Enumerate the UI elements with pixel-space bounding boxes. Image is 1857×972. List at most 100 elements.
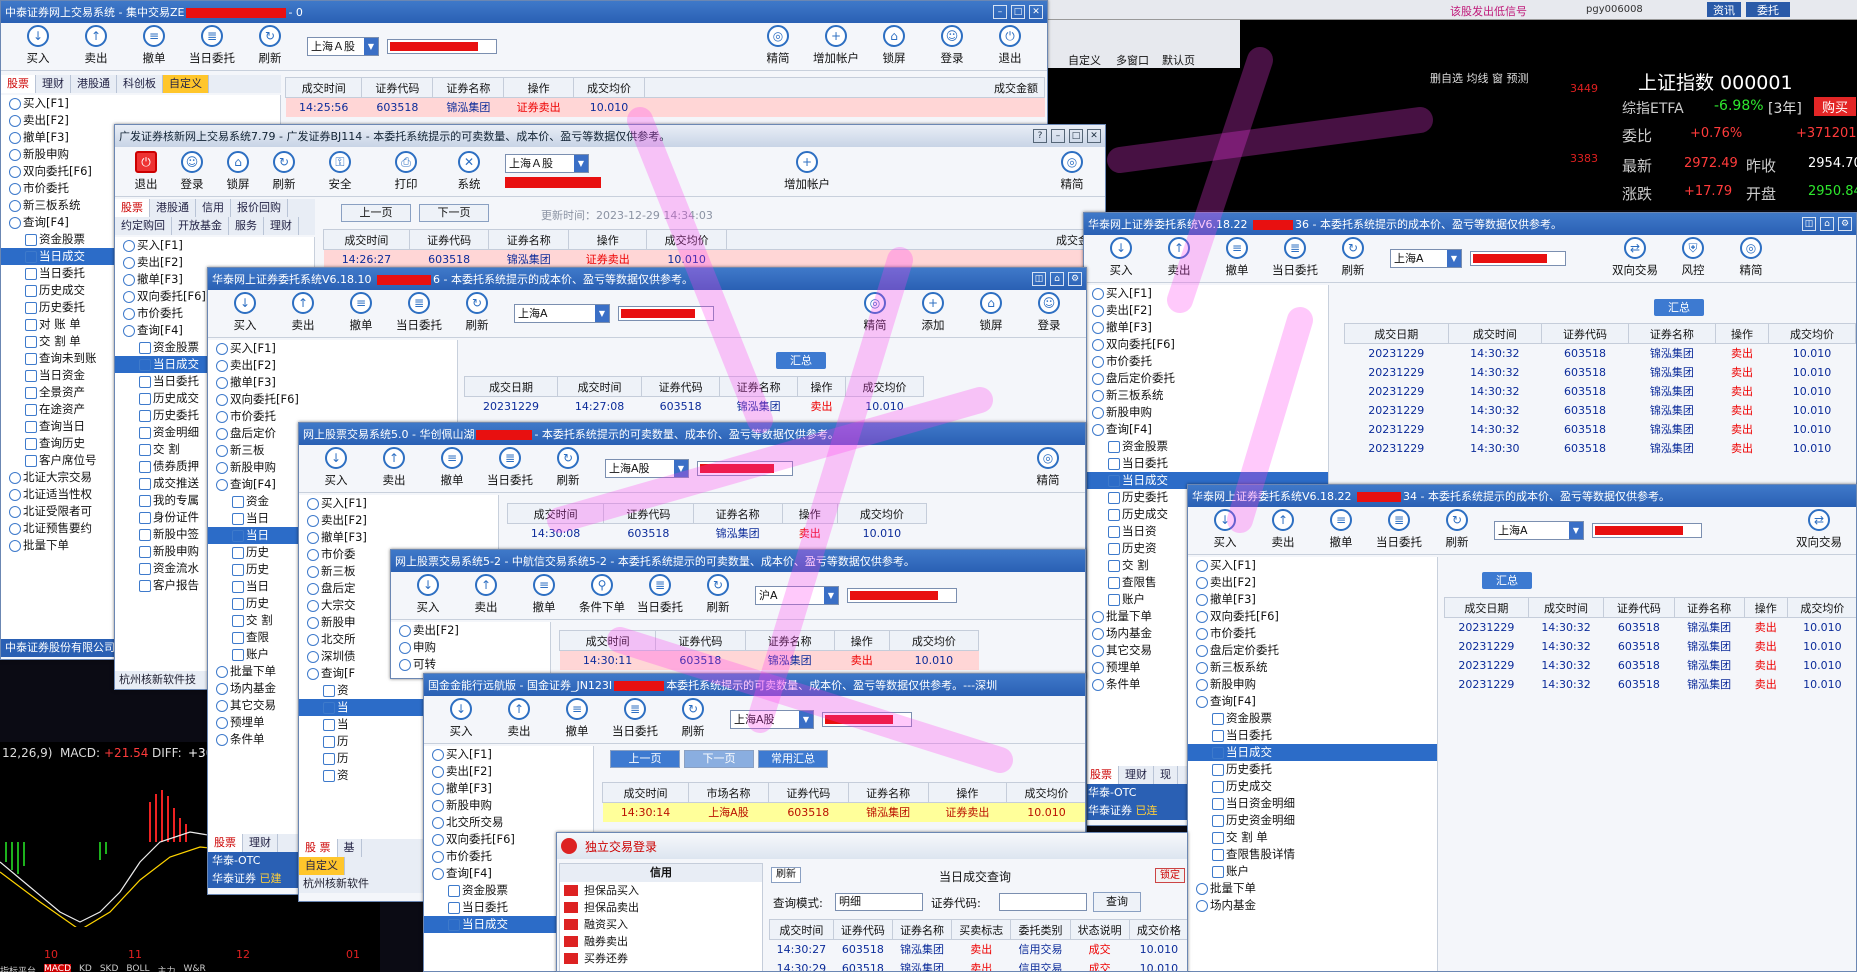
tree-item[interactable]: 市价委托: [1188, 625, 1437, 642]
tab-stock[interactable]: 股票: [1, 75, 36, 93]
credit-item[interactable]: 担保品卖出: [560, 899, 762, 916]
table-row[interactable]: 14:30:14 上海A股 603518 锦泓集团 证券卖出 10.010: [602, 802, 1085, 822]
tree-item[interactable]: 新三板系统: [1084, 387, 1328, 404]
simplify-button[interactable]: ◎ 精简: [1019, 447, 1077, 488]
shirt-icon[interactable]: ⌂: [1050, 272, 1064, 286]
sell-button[interactable]: ↑ 卖出: [457, 574, 515, 615]
table-row[interactable]: 20231229 14:30:32 603518 锦泓集团 卖出 10.010: [1345, 344, 1856, 363]
news-button[interactable]: 资讯: [1707, 2, 1741, 17]
tab-stock[interactable]: 股票: [1084, 766, 1119, 784]
tree-item[interactable]: 撤单[F3]: [424, 780, 593, 797]
market-select[interactable]: 上海A: [1390, 249, 1462, 268]
ind-tab[interactable]: SKD: [100, 964, 119, 972]
table-row[interactable]: 14:30:08 603518 锦泓集团 卖出 10.010: [508, 524, 927, 543]
tab-stock[interactable]: 股票: [115, 199, 150, 217]
refresh-button[interactable]: ↻ 刷新: [664, 698, 722, 739]
credit-item[interactable]: 担保品买入: [560, 882, 762, 899]
tree-item[interactable]: 查限售股详情: [1188, 846, 1437, 863]
table-row[interactable]: 14:30:29 603518 锦泓集团 卖出 信用交易 成交 10.010: [770, 959, 1188, 972]
buy-etf-button[interactable]: 购买: [1814, 97, 1856, 116]
tree-item[interactable]: 新股申购: [424, 797, 593, 814]
tree-item[interactable]: 买入[F1]: [115, 237, 314, 254]
tab-custom[interactable]: 自定义: [163, 75, 209, 93]
help-icon[interactable]: ?: [1033, 129, 1047, 143]
simplify-button[interactable]: ◎ 精简: [1722, 237, 1780, 278]
ind-tab[interactable]: KD: [79, 964, 92, 972]
account-select[interactable]: [1470, 251, 1566, 266]
tab-hk[interactable]: 港股通: [71, 75, 117, 93]
tab-stock[interactable]: 股票: [208, 834, 243, 852]
account-select[interactable]: [1592, 523, 1702, 538]
login-button[interactable]: ☺ 登录: [169, 151, 215, 192]
tree-item[interactable]: 卖出[F2]: [208, 357, 457, 374]
bidir-button[interactable]: ⇄ 双向交易: [1790, 509, 1848, 550]
tab-finance[interactable]: 理财: [243, 834, 278, 852]
buy-button[interactable]: ↓ 买入: [9, 25, 67, 66]
tree-item[interactable]: 买入[F1]: [1188, 557, 1437, 574]
sell-button[interactable]: ↑ 卖出: [1254, 509, 1312, 550]
refresh-button[interactable]: ↻ 刷新: [1428, 509, 1486, 550]
refresh-button[interactable]: ↻ 刷新: [448, 292, 506, 333]
lock-button[interactable]: ⌂ 锁屏: [865, 25, 923, 66]
ind-tab[interactable]: 指标平台: [0, 964, 36, 972]
conditional-order-button[interactable]: ⚲ 条件下单: [573, 574, 631, 615]
table-row[interactable]: 14:25:56 603518 锦泓集团 证券卖出 10.010: [285, 97, 1045, 117]
market-select[interactable]: 沪A: [755, 586, 839, 605]
system-button[interactable]: ✕ 系统: [439, 151, 499, 192]
logout-button[interactable]: ⏻ 退出: [123, 151, 169, 192]
table-row[interactable]: 20231229 14:30:32 603518 锦泓集团 卖出 10.010: [1445, 656, 1857, 675]
tree-item[interactable]: 新三板系统: [1188, 659, 1437, 676]
tree-item[interactable]: 卖出[F2]: [424, 763, 593, 780]
summary-button[interactable]: 汇总: [1482, 572, 1532, 589]
tree-item[interactable]: 资金股票: [1188, 710, 1437, 727]
tab-custom[interactable]: 自定义: [299, 857, 345, 875]
buy-button[interactable]: ↓ 买入: [216, 292, 274, 333]
tree-item[interactable]: 盘后定价委托: [1188, 642, 1437, 659]
buy-button[interactable]: ↓ 买入: [399, 574, 457, 615]
account-select[interactable]: [618, 306, 714, 321]
tree-item[interactable]: 卖出[F2]: [1084, 302, 1328, 319]
tree-item[interactable]: 历史资金明细: [1188, 812, 1437, 829]
tree-item[interactable]: 历史成交: [1188, 778, 1437, 795]
market-select[interactable]: 上海A股: [730, 710, 814, 729]
refresh-button[interactable]: ↻ 刷新: [539, 447, 597, 488]
tree-item[interactable]: 查询[F4]: [1188, 693, 1437, 710]
cancel-button[interactable]: ≡ 撤单: [332, 292, 390, 333]
tree-item[interactable]: 当日委托: [1084, 455, 1328, 472]
minimize-icon[interactable]: –: [993, 5, 1007, 19]
table-row[interactable]: 20231229 14:30:32 603518 锦泓集团 卖出 10.010: [1445, 618, 1857, 637]
tree-item[interactable]: 申购: [391, 639, 550, 656]
tree-item[interactable]: 双向委托[F6]: [1084, 336, 1328, 353]
tab-cash[interactable]: 现: [1154, 766, 1178, 784]
account-select[interactable]: [822, 712, 912, 727]
sell-button[interactable]: ↑ 卖出: [490, 698, 548, 739]
table-row[interactable]: 20231229 14:30:32 603518 锦泓集团 卖出 10.010: [1345, 363, 1856, 382]
add-account-button[interactable]: + 增加帐户: [807, 25, 865, 66]
tree-item[interactable]: 撤单[F3]: [1188, 591, 1437, 608]
buy-button[interactable]: ↓ 买入: [307, 447, 365, 488]
table-row[interactable]: 20231229 14:30:32 603518 锦泓集团 卖出 10.010: [1345, 420, 1856, 439]
table-row[interactable]: 14:30:11 603518 锦泓集团 卖出 10.010: [559, 650, 979, 670]
summary-button[interactable]: 汇总: [1654, 299, 1704, 316]
login-button[interactable]: ☺ 登录: [923, 25, 981, 66]
table-row[interactable]: 20231229 14:30:32 603518 锦泓集团 卖出 10.010: [1345, 382, 1856, 401]
next-page-button[interactable]: 下一页: [419, 204, 489, 222]
refresh-button[interactable]: ↻ 刷新: [261, 151, 307, 192]
today-order-button[interactable]: ≣ 当日委托: [1266, 237, 1324, 278]
tree-item[interactable]: 卖出[F2]: [391, 622, 550, 639]
bidir-button[interactable]: ⇄ 双向交易: [1606, 237, 1664, 278]
buy-button[interactable]: ↓ 买入: [1196, 509, 1254, 550]
tab-finance[interactable]: 理财: [36, 75, 71, 93]
tree-item[interactable]: 市价委托: [1084, 353, 1328, 370]
credit-item[interactable]: 融资买入: [560, 916, 762, 933]
refresh-button[interactable]: 刷新: [771, 867, 801, 883]
market-select[interactable]: 上海A股: [605, 459, 689, 478]
cancel-button[interactable]: ≡ 撤单: [125, 25, 183, 66]
tree-item[interactable]: 查询[F4]: [1084, 421, 1328, 438]
tree-item[interactable]: 当日成交: [1188, 744, 1437, 761]
tree-item[interactable]: 交 割 单: [1188, 829, 1437, 846]
tree-item[interactable]: 双向委托[F6]: [208, 391, 457, 408]
order-button[interactable]: 委托: [1746, 2, 1790, 17]
lock-button[interactable]: ⌂ 锁屏: [962, 292, 1020, 333]
tree-item[interactable]: 资金股票: [1084, 438, 1328, 455]
